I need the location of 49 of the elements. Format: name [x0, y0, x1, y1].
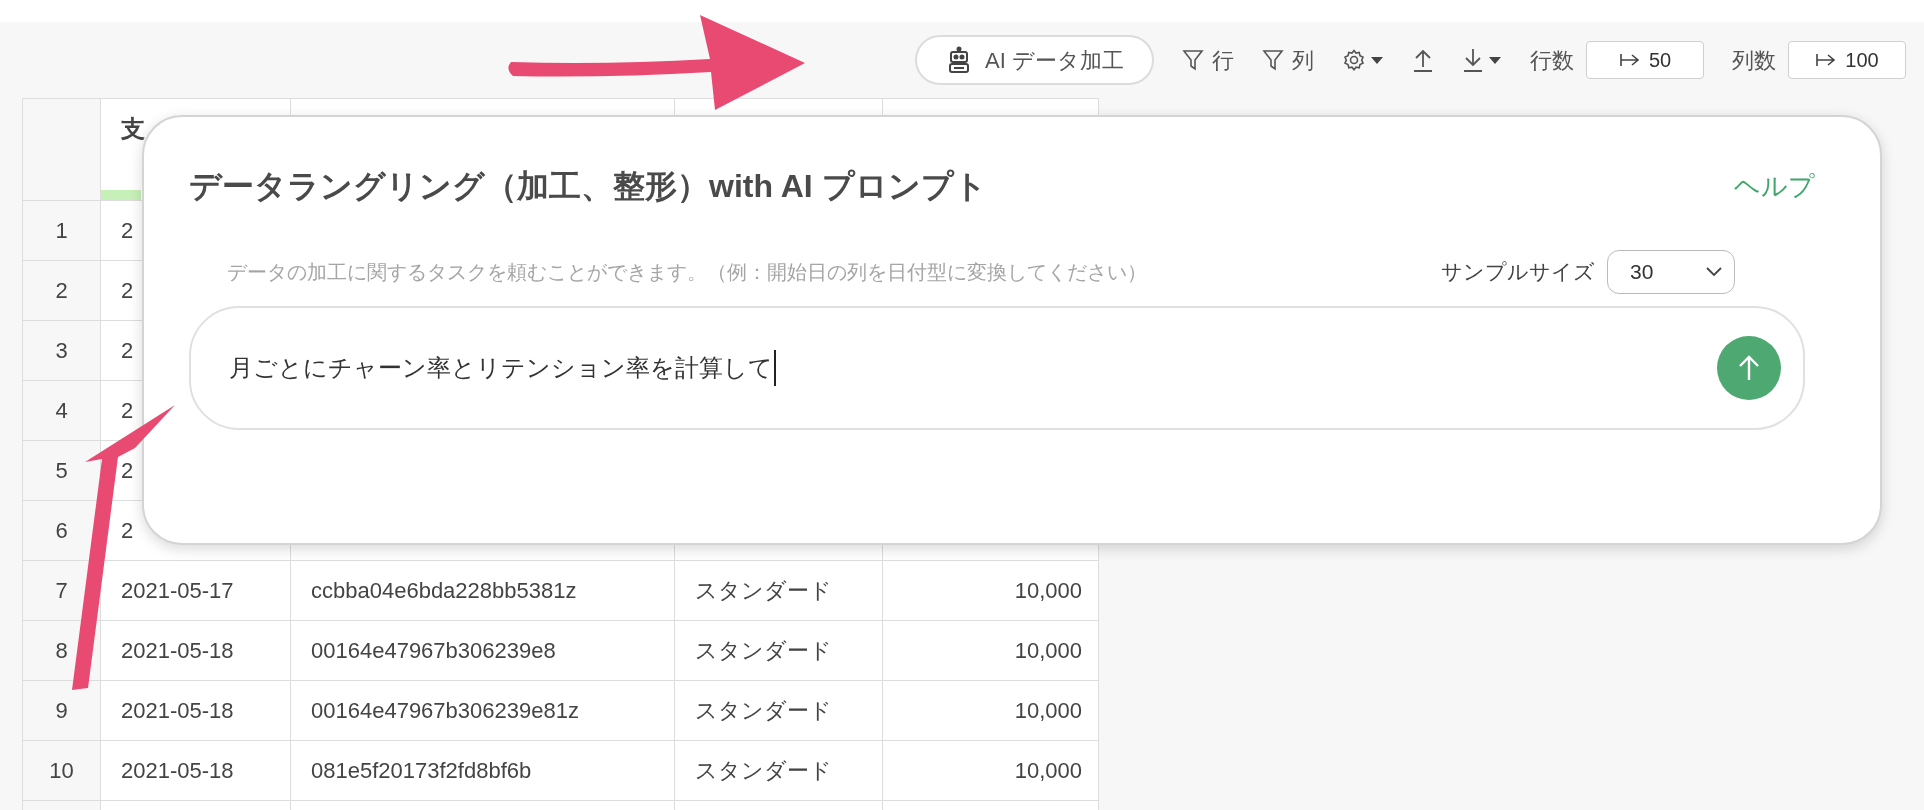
table-cell: スタンダード	[675, 681, 883, 741]
row-number-cell: 10	[23, 741, 101, 801]
row-filter-button[interactable]: 行	[1182, 43, 1234, 77]
table-cell: 2021-05-18	[101, 621, 291, 681]
table-cell: スタンダード	[675, 741, 883, 801]
row-number-cell: 4	[23, 381, 101, 441]
jump-icon	[1618, 52, 1641, 68]
upload-button[interactable]	[1412, 47, 1434, 73]
sample-size-label: サンプルサイズ	[1441, 259, 1595, 286]
settings-button[interactable]	[1342, 48, 1384, 72]
column-count-field[interactable]: 100	[1788, 41, 1906, 79]
prompt-input-field[interactable]: 月ごとにチャーン率とリテンション率を計算して	[189, 306, 1805, 430]
column-count-label: 列数	[1732, 46, 1776, 75]
row-count-field[interactable]: 50	[1586, 41, 1704, 79]
table-cell: 10,000	[883, 621, 1099, 681]
table-cell: 10,000	[883, 561, 1099, 621]
table-cell: 2021-05-18	[101, 681, 291, 741]
ai-data-processing-button[interactable]: AI データ加工	[915, 35, 1154, 85]
column-type-bar	[101, 190, 141, 200]
table-cell: 00164e47967b306239e8	[291, 621, 675, 681]
table-cell: スタンダード	[675, 621, 883, 681]
table-cell: 2021-05-18	[101, 741, 291, 801]
table-cell: 2021-05-17	[101, 561, 291, 621]
row-count-label: 行数	[1530, 46, 1574, 75]
caret-icon	[1370, 55, 1384, 65]
download-icon	[1462, 47, 1484, 73]
column-filter-button[interactable]: 列	[1262, 43, 1314, 77]
row-number-cell: 1	[23, 201, 101, 261]
sample-size-select[interactable]: 30	[1607, 250, 1735, 294]
row-number-cell: 5	[23, 441, 101, 501]
row-number-cell: 2	[23, 261, 101, 321]
caret-icon	[1488, 55, 1502, 65]
row-number-cell: 3	[23, 321, 101, 381]
chevron-down-icon	[1706, 267, 1722, 277]
column-header: 支	[120, 114, 146, 144]
settings-icon	[1342, 48, 1366, 72]
table-cell: 081e5f20173f2fd8bf6b	[291, 741, 675, 801]
filter-icon	[1182, 48, 1204, 72]
table-cell: 10,000	[883, 681, 1099, 741]
row-number-cell: 9	[23, 681, 101, 741]
jump-icon	[1815, 52, 1838, 68]
table-cell: スタンダード	[675, 561, 883, 621]
upload-icon	[1412, 47, 1434, 73]
filter-icon	[1262, 48, 1284, 72]
table-cell: ccbba04e6bda228bb5381z	[291, 561, 675, 621]
arrow-up-icon	[1737, 354, 1761, 382]
download-button[interactable]	[1462, 47, 1502, 73]
table-cell: 10,000	[883, 741, 1099, 801]
table-cell: 00164e47967b306239e81z	[291, 681, 675, 741]
